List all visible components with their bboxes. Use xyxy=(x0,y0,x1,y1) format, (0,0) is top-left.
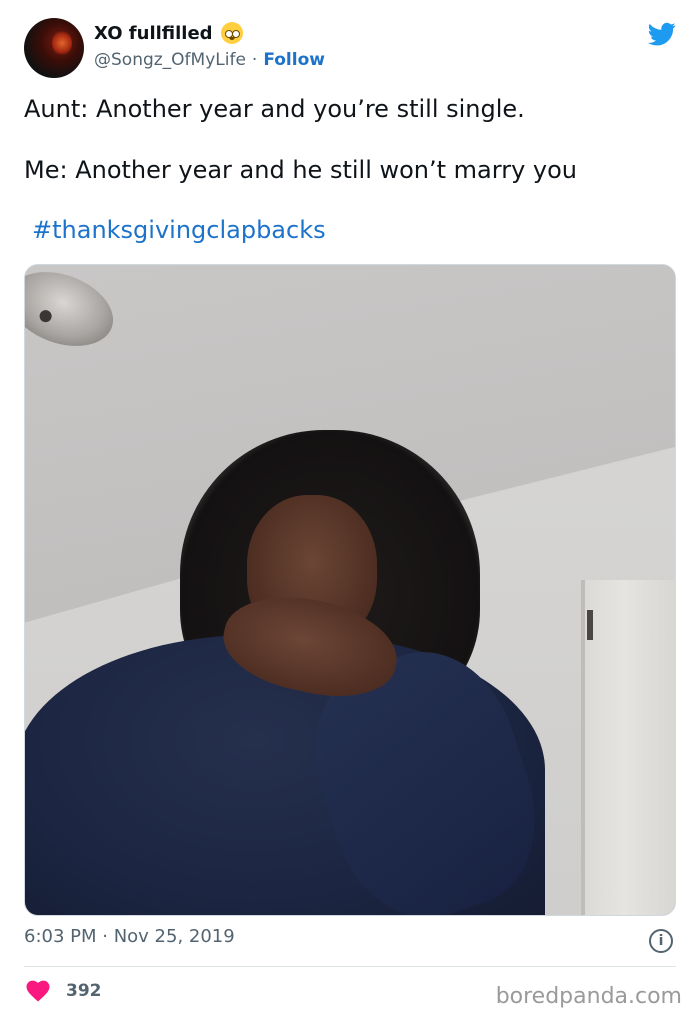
tweet-text-line-1: Aunt: Another year and you’re still sing… xyxy=(24,95,525,123)
watermark: boredpanda.com xyxy=(495,984,682,1009)
info-icon[interactable]: i xyxy=(649,929,673,953)
avatar-image-detail xyxy=(52,30,72,56)
tweet-media-image[interactable] xyxy=(24,264,676,916)
separator-dot: · xyxy=(251,50,258,70)
hashtag-link[interactable]: #thanksgivingclapbacks xyxy=(32,216,326,244)
divider xyxy=(24,966,676,967)
tweet-text-line-2: Me: Another year and he still won’t marr… xyxy=(24,156,578,184)
follow-button[interactable]: Follow xyxy=(263,50,325,70)
heart-icon[interactable] xyxy=(26,980,50,1002)
tweet-timestamp[interactable]: 6:03 PM · Nov 25, 2019 xyxy=(24,926,235,947)
author-handle-row: @Songz_OfMyLife · Follow xyxy=(94,50,325,70)
media-door xyxy=(581,580,675,915)
like-count: 392 xyxy=(66,981,102,1001)
author-name-row: XO fullfilled xyxy=(94,22,243,44)
like-action[interactable]: 392 xyxy=(26,980,102,1002)
display-name[interactable]: XO fullfilled xyxy=(94,23,213,44)
avatar[interactable] xyxy=(24,18,84,78)
twitter-bird-icon[interactable] xyxy=(646,20,678,48)
pleading-face-emoji-icon xyxy=(220,22,243,44)
user-handle[interactable]: @Songz_OfMyLife xyxy=(94,50,246,70)
